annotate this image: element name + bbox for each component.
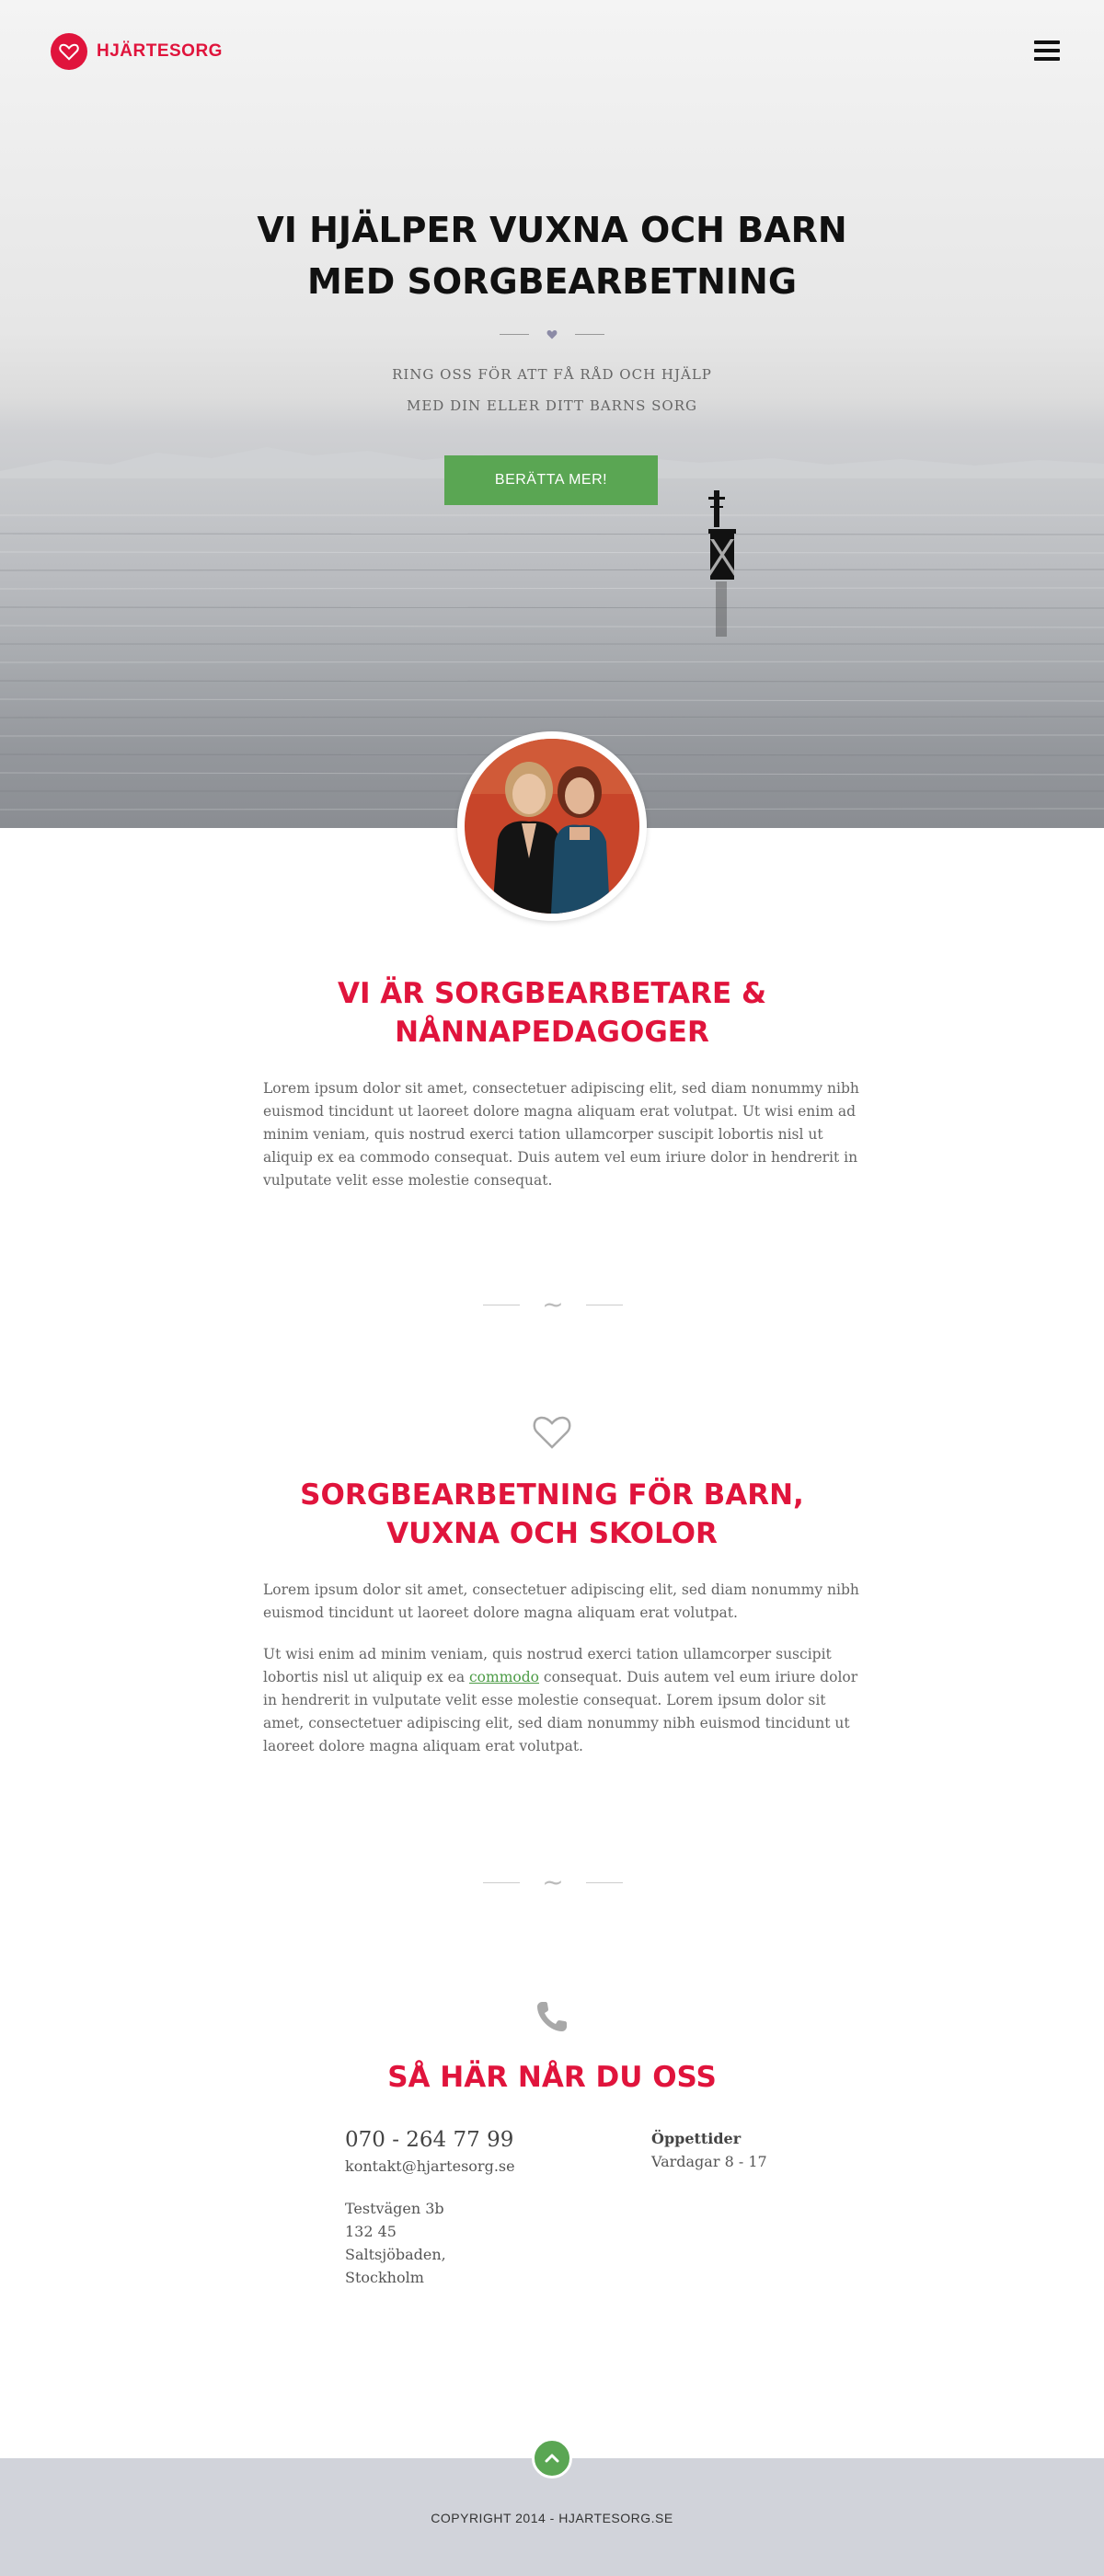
services-title: SORGBEARBETNING FÖR BARN, VUXNA OCH SKOL… — [0, 1476, 1104, 1553]
contact-phone[interactable]: 070 - 264 77 99 — [345, 2125, 621, 2155]
services-title-line: SORGBEARBETNING FÖR BARN, — [300, 1478, 804, 1512]
heart-logo-icon — [51, 33, 87, 70]
hero-title: VI HJÄLPER VUXNA OCH BARN MED SORGBEARBE… — [0, 204, 1104, 307]
contact-title: SÅ HÄR NÅR DU OSS — [387, 2061, 717, 2094]
beacon-tower-silhouette — [708, 490, 736, 580]
site-logo[interactable]: HJÄRTESORG — [51, 33, 223, 70]
section-separator: ~ — [483, 1292, 623, 1317]
hours-title: Öppettider — [651, 2130, 742, 2147]
about-title-line: NÅNNAPEDAGOGER — [395, 1016, 709, 1049]
heart-icon — [546, 329, 558, 339]
about-title-line: VI ÄR SORGBEARBETARE & — [337, 977, 767, 1010]
brand-name: HJÄRTESORG — [97, 41, 223, 61]
opening-hours: Öppettider Vardagar 8 - 17 — [651, 2127, 927, 2173]
address-line: 132 45 — [345, 2223, 397, 2240]
contact-email[interactable]: kontakt@hjartesorg.se — [345, 2155, 621, 2179]
heart-outline-icon — [533, 1416, 571, 1449]
services-title-line: VUXNA OCH SKOLOR — [386, 1517, 718, 1550]
commodo-link[interactable]: commodo — [469, 1669, 539, 1685]
address-line: Stockholm — [345, 2269, 424, 2286]
phone-icon — [537, 2002, 567, 2031]
about-title: VI ÄR SORGBEARBETARE & NÅNNAPEDAGOGER — [0, 974, 1104, 1052]
services-paragraph: Lorem ipsum dolor sit amet, consectetuer… — [263, 1581, 859, 1621]
hamburger-menu-icon[interactable] — [1034, 40, 1060, 63]
contact-address: Testvägen 3b 132 45 Saltsjöbaden, Stockh… — [345, 2197, 621, 2289]
about-paragraph: Lorem ipsum dolor sit amet, consectetuer… — [263, 1080, 859, 1189]
copyright-text: COPYRIGHT 2014 - HJARTESORG.SE — [431, 2511, 673, 2525]
chevron-up-icon — [545, 2454, 559, 2463]
hero-divider — [500, 328, 604, 340]
section-separator: ~ — [483, 1869, 623, 1895]
services-text: Lorem ipsum dolor sit amet, consectetuer… — [263, 1579, 861, 1777]
contact-details: 070 - 264 77 99 kontakt@hjartesorg.se Te… — [345, 2125, 621, 2289]
team-photo-frame — [457, 731, 647, 921]
hero-subtitle-line: MED DIN ELLER DITT BARNS SORG — [406, 397, 697, 414]
address-line: Saltsjöbaden, — [345, 2246, 446, 2263]
team-photo — [465, 739, 639, 914]
hero-section: HJÄRTESORG VI HJÄLPER VUXNA OCH BARN MED… — [0, 0, 1104, 828]
hero-subtitle: RING OSS FÖR ATT FÅ RÅD OCH HJÄLP MED DI… — [0, 359, 1104, 421]
about-text: Lorem ipsum dolor sit amet, consectetuer… — [263, 1077, 861, 1211]
hero-subtitle-line: RING OSS FÖR ATT FÅ RÅD OCH HJÄLP — [392, 366, 712, 383]
hero-title-line: VI HJÄLPER VUXNA OCH BARN — [257, 210, 847, 250]
hero-title-line: MED SORGBEARBETNING — [306, 261, 798, 302]
address-line: Testvägen 3b — [345, 2200, 444, 2217]
back-to-top-button[interactable] — [532, 2438, 572, 2478]
tell-more-button[interactable]: BERÄTTA MER! — [444, 455, 658, 505]
services-paragraph: Ut wisi enim ad minim veniam, quis nostr… — [263, 1643, 861, 1758]
hours-value: Vardagar 8 - 17 — [651, 2153, 767, 2170]
